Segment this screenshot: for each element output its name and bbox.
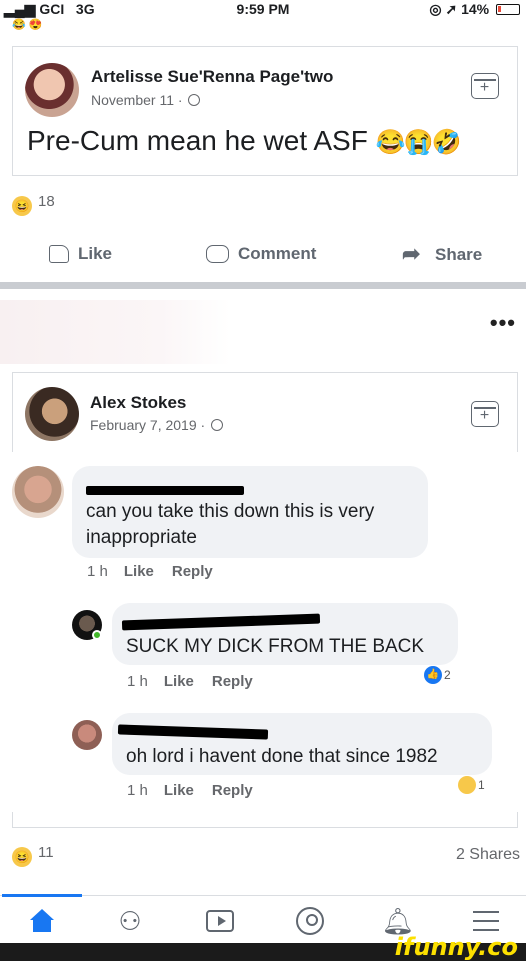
redacted-name [117, 724, 269, 740]
like-reaction-icon: 👍 [424, 666, 442, 684]
avatar[interactable] [25, 387, 79, 441]
save-post-icon[interactable]: + [471, 401, 499, 427]
comment-like-link[interactable]: Like [164, 782, 194, 799]
cropped-reaction-icons: 😂 😍 [12, 19, 43, 31]
location-icon: ➚ [445, 1, 458, 17]
commenter-avatar[interactable] [12, 466, 64, 518]
comment-meta: 1 h Like Reply [127, 673, 253, 690]
status-right: ◎ ➚ 14% [429, 1, 520, 18]
comment-button[interactable]: Comment [206, 244, 316, 264]
comment-bubble-icon [206, 245, 229, 263]
comment-bubble: SUCK MY DICK FROM THE BACK [112, 603, 458, 665]
post-author-name[interactable]: Alex Stokes [90, 393, 186, 413]
comment-time: 1 h [127, 673, 148, 690]
comment-reply-link[interactable]: Reply [172, 563, 213, 580]
redacted-name [121, 613, 321, 631]
post-date-text: February 7, 2019 · [90, 417, 210, 433]
comment-meta: 1 h Like Reply [127, 782, 253, 799]
comment-text: SUCK MY DICK FROM THE BACK [126, 636, 425, 657]
reaction-count: 18 [38, 193, 55, 210]
reaction-count: 2 [444, 668, 451, 682]
post-body: Pre-Cum mean he wet ASF 😂😭🤣 [27, 125, 462, 157]
watch-icon[interactable] [200, 904, 240, 938]
comment-reaction-badge[interactable]: 👍 2 [424, 666, 451, 684]
reaction-summary[interactable]: 😆 11 [12, 844, 54, 867]
comment-reaction-badge[interactable]: 1 [458, 776, 485, 794]
haha-reaction-icon [458, 776, 476, 794]
comment-like-link[interactable]: Like [124, 563, 154, 580]
online-status-dot [92, 630, 102, 640]
original-post-card[interactable]: Alex Stokes February 7, 2019 · + [12, 372, 518, 452]
like-label: Like [78, 244, 113, 263]
shared-post-card[interactable]: Artelisse Sue'Renna Page'two November 11… [12, 46, 518, 176]
post-text: Pre-Cum mean he wet ASF [27, 125, 368, 156]
post-author-name[interactable]: Artelisse Sue'Renna Page'two [91, 67, 333, 87]
laughing-emojis: 😂😭🤣 [375, 129, 462, 156]
post-date: November 11 · [91, 92, 201, 108]
comment-text: can you take this down this is very inap… [86, 501, 375, 548]
comment-bubble: oh lord i havent done that since 1982 [112, 713, 492, 775]
post-actions: Like Comment ➦ Share [0, 240, 526, 272]
reaction-count: 11 [38, 844, 54, 861]
save-post-icon[interactable]: + [471, 73, 499, 99]
friends-icon[interactable]: ⚇ [110, 904, 150, 938]
more-options-icon[interactable]: ••• [490, 310, 516, 336]
avatar[interactable] [25, 63, 79, 117]
like-button[interactable]: Like [49, 244, 112, 264]
haha-reaction-icon: 😆 [12, 847, 32, 867]
comment-label: Comment [238, 244, 317, 263]
globe-icon [211, 419, 224, 431]
battery-percent: 14% [461, 1, 490, 17]
comment-time: 1 h [127, 782, 148, 799]
battery-icon [496, 4, 520, 15]
watermark-logo: ifunny.co [394, 933, 518, 961]
watermark-bar: ifunny.co [0, 933, 526, 961]
share-label: Share [435, 245, 483, 264]
profile-icon[interactable] [290, 904, 330, 938]
orientation-lock-icon: ◎ [429, 1, 442, 17]
comment-meta: 1 h Like Reply [87, 563, 213, 580]
post-date-text: November 11 · [91, 92, 187, 108]
feed-divider [0, 282, 526, 289]
original-post-card-bottom [12, 812, 518, 828]
status-bar: ▂▄▆ GCI 3G 9:59 PM ◎ ➚ 14% [0, 0, 526, 20]
reaction-summary[interactable]: 😆 18 [12, 193, 55, 216]
comment-time: 1 h [87, 563, 108, 580]
home-icon[interactable] [22, 904, 62, 938]
comment-bubble: can you take this down this is very inap… [72, 466, 428, 558]
comment-text: oh lord i havent done that since 1982 [126, 746, 438, 767]
post-date: February 7, 2019 · [90, 417, 224, 433]
active-tab-indicator [2, 894, 82, 897]
commenter-avatar[interactable] [72, 720, 102, 750]
thumbs-up-icon [49, 245, 69, 263]
comment-reply-link[interactable]: Reply [212, 782, 253, 799]
redacted-name [86, 486, 244, 495]
haha-reaction-icon: 😆 [12, 196, 32, 216]
post-footer: 😆 11 2 Shares [0, 842, 526, 867]
reaction-count: 1 [478, 778, 485, 792]
globe-icon [188, 94, 201, 106]
shares-count[interactable]: 2 Shares [456, 846, 520, 864]
share-arrow-icon: ➦ [402, 241, 421, 266]
blurred-poster-header [0, 300, 230, 364]
comment-reply-link[interactable]: Reply [212, 673, 253, 690]
comment-like-link[interactable]: Like [164, 673, 194, 690]
share-button[interactable]: ➦ Share [402, 241, 483, 266]
